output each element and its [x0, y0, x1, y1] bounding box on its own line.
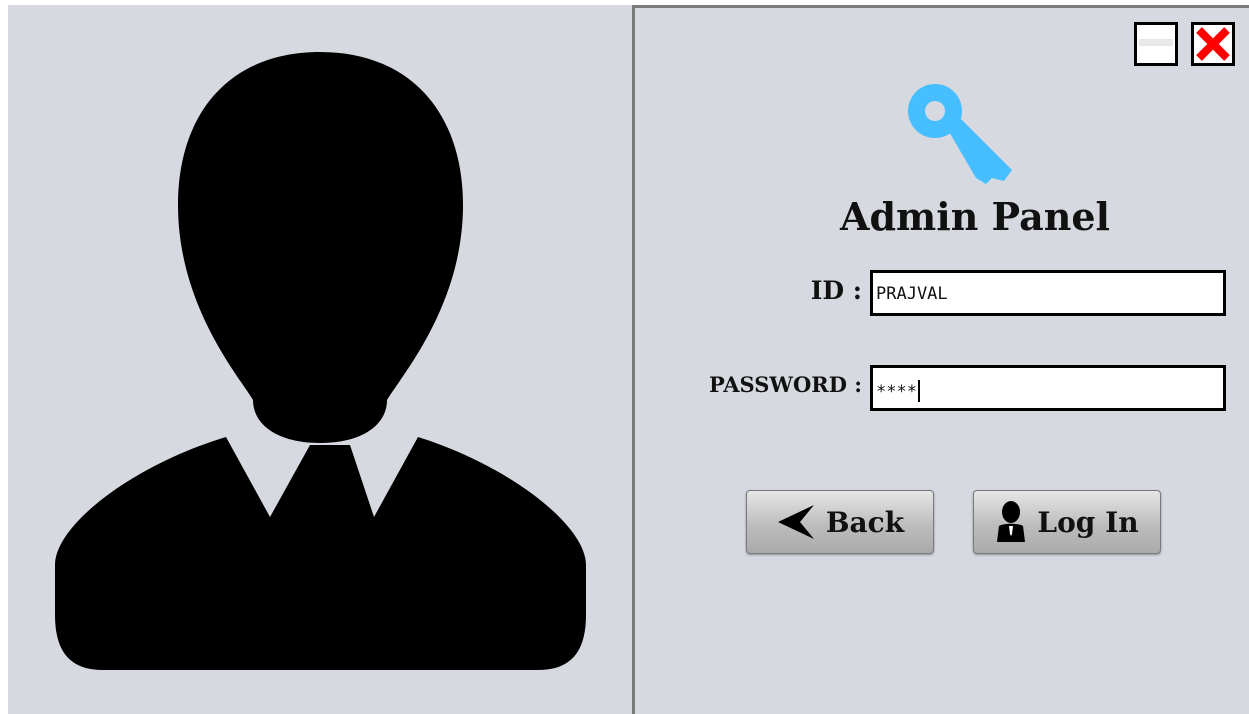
text-cursor: [917, 380, 920, 402]
user-icon: [997, 501, 1026, 542]
close-button[interactable]: [1191, 22, 1235, 66]
login-button-label: Log In: [1037, 505, 1139, 539]
avatar-panel: [8, 5, 632, 714]
close-icon: [1196, 27, 1230, 61]
user-silhouette-icon: [55, 52, 586, 670]
id-value: PRAJVAL: [876, 284, 948, 304]
arrow-left-icon: [777, 505, 814, 539]
page-title: Admin Panel: [840, 194, 1110, 239]
minimize-icon: [1139, 39, 1173, 46]
minimize-button[interactable]: [1134, 22, 1178, 66]
password-label: PASSWORD :: [708, 372, 862, 397]
key-icon: [908, 84, 1012, 184]
password-input[interactable]: ****: [870, 365, 1226, 411]
panel-top-border: [635, 5, 1249, 8]
login-button[interactable]: Log In: [973, 490, 1161, 554]
back-button[interactable]: Back: [746, 490, 934, 554]
id-input[interactable]: PRAJVAL: [870, 270, 1226, 316]
password-value: ****: [876, 382, 917, 402]
id-label: ID :: [810, 276, 862, 305]
back-button-label: Back: [825, 505, 905, 539]
